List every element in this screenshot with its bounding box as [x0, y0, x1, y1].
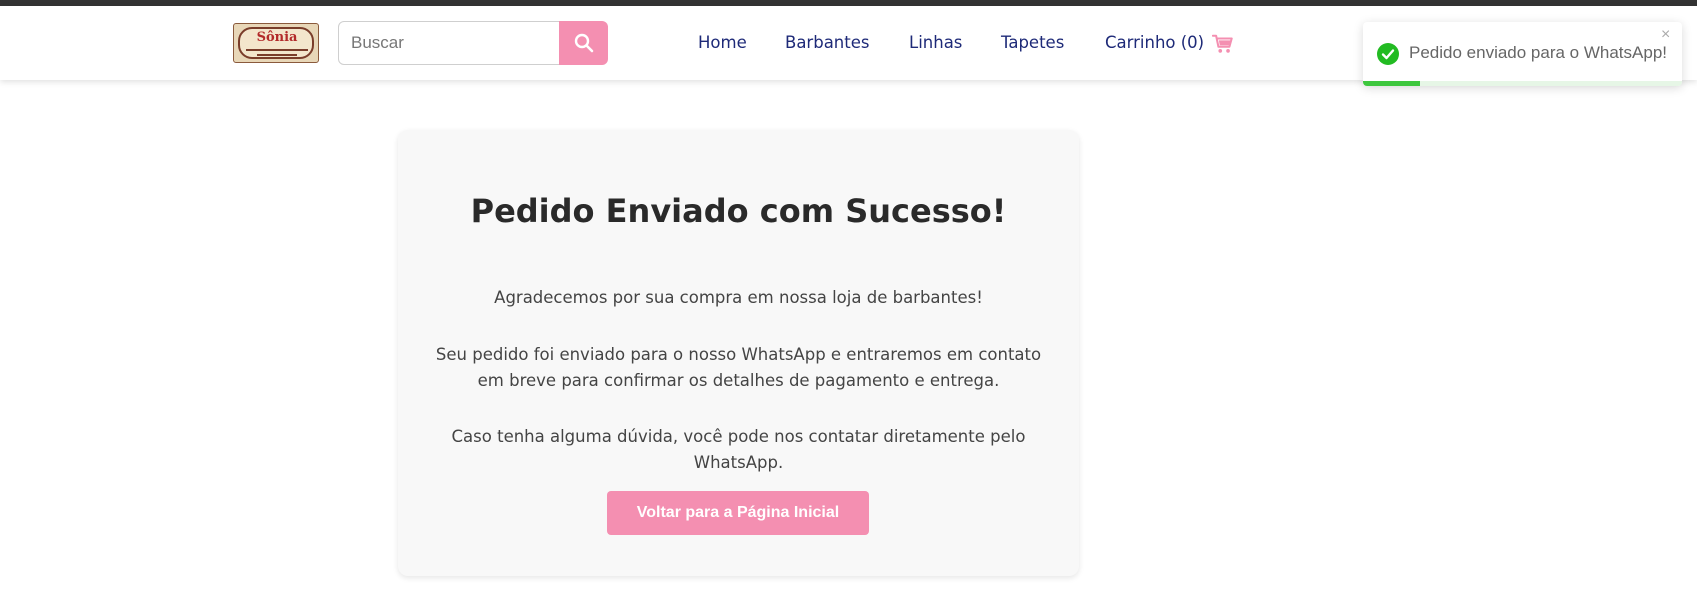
order-info-text: Seu pedido foi enviado para o nosso What…: [435, 345, 1042, 390]
logo-divider: [246, 49, 308, 51]
logo-divider: [257, 54, 297, 56]
toast-close-button[interactable]: ×: [1661, 26, 1670, 44]
nav-barbantes[interactable]: Barbantes: [785, 33, 869, 57]
toast-notification[interactable]: Pedido enviado para o WhatsApp! ×: [1363, 22, 1682, 86]
contact-info-text: Caso tenha alguma dúvida, você pode nos …: [451, 427, 1026, 472]
nav-tapetes[interactable]: Tapetes: [1001, 33, 1064, 57]
nav-linhas[interactable]: Linhas: [909, 33, 962, 57]
page-title: Pedido Enviado com Sucesso!: [470, 192, 1007, 230]
search-input[interactable]: [338, 21, 560, 65]
nav-home[interactable]: Home: [698, 33, 747, 57]
search-icon: [574, 33, 593, 53]
cart-icon[interactable]: [1212, 33, 1234, 55]
toast-message: Pedido enviado para o WhatsApp!: [1409, 43, 1668, 62]
logo-name: Sônia: [256, 30, 298, 45]
check-circle-icon: [1377, 43, 1399, 65]
toast-progress-bar: [1363, 81, 1421, 86]
back-home-button[interactable]: Voltar para a Página Inicial: [607, 491, 869, 535]
nav-carrinho[interactable]: Carrinho (0): [1105, 33, 1204, 57]
thanks-text: Agradecemos por sua compra em nossa loja…: [494, 288, 983, 307]
search-button[interactable]: [559, 21, 608, 65]
store-logo[interactable]: Sônia: [233, 23, 319, 63]
